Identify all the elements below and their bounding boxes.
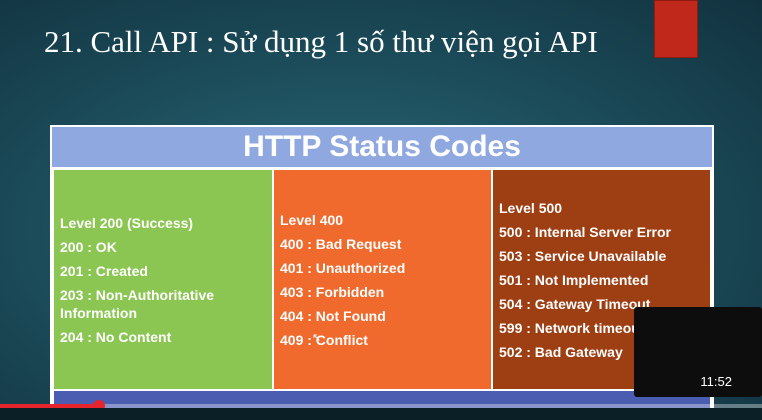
table-header: HTTP Status Codes	[52, 127, 712, 167]
column-heading: Level 500	[499, 199, 563, 216]
status-code-item: 403 : Forbidden	[280, 283, 385, 300]
status-code-item: 203 : Non-Authoritative Information	[60, 286, 215, 321]
status-code-item: 503 : Service Unavailable	[499, 247, 667, 264]
preview-timestamp: 11:52	[700, 374, 732, 389]
mouse-cursor-icon: ↖	[312, 331, 322, 344]
player-controls-strip	[0, 408, 762, 420]
status-code-item: 404 : Not Found	[280, 307, 386, 324]
level-200-column: Level 200 (Success) 200 : OK 201 : Creat…	[54, 170, 272, 389]
status-code-item: 401 : Unauthorized	[280, 259, 406, 276]
level-400-column: Level 400 400 : Bad Request 401 : Unauth…	[274, 170, 491, 389]
preview-thumbnail: 11:52	[634, 307, 762, 397]
status-code-item: 200 : OK	[60, 238, 117, 255]
column-heading: Level 200 (Success)	[60, 214, 194, 231]
accent-rectangle	[654, 0, 698, 58]
status-code-item: 201 : Created	[60, 262, 148, 279]
status-code-item: 500 : Internal Server Error	[499, 223, 671, 240]
status-code-item: 409 : Conflict	[280, 331, 368, 348]
status-code-item: 204 : No Content	[60, 328, 172, 345]
column-heading: Level 400	[280, 211, 344, 228]
slide-title: 21. Call API : Sử dụng 1 số thư viện gọi…	[44, 24, 598, 59]
status-code-item: 501 : Not Implemented	[499, 271, 649, 288]
status-code-item: 400 : Bad Request	[280, 235, 402, 252]
status-codes-table: HTTP Status Codes Level 200 (Success) 20…	[50, 125, 714, 415]
